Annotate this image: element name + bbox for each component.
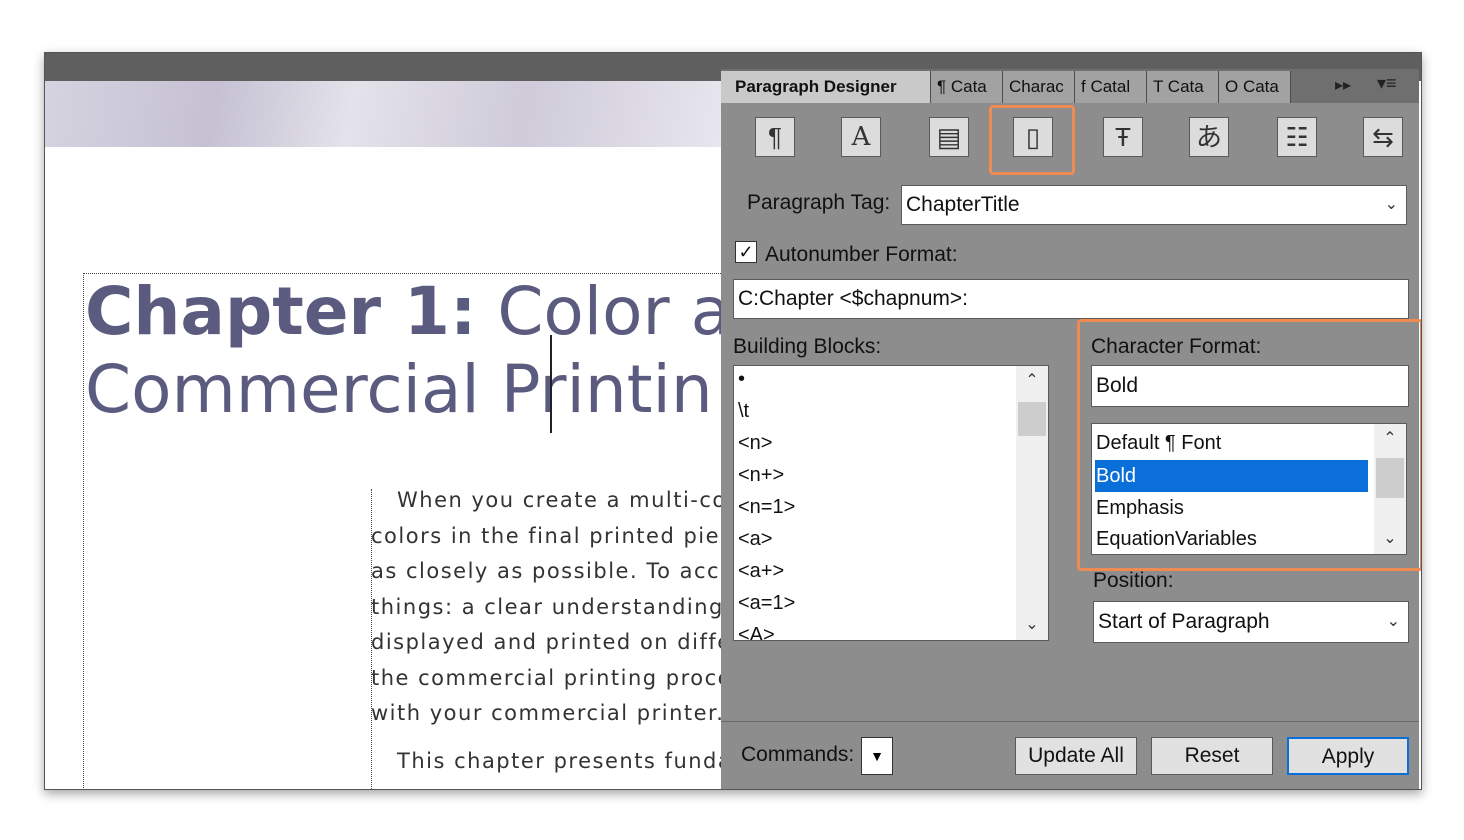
list-item[interactable]: <n+> xyxy=(738,464,784,487)
chevron-down-icon: ⌄ xyxy=(1384,196,1398,213)
list-item[interactable]: <a+> xyxy=(738,560,784,583)
list-item[interactable]: <a=1> xyxy=(738,592,795,615)
list-item[interactable]: <A> xyxy=(738,624,775,640)
paragraph-designer-panel: Paragraph Designer ¶ Cata Charac f Catal… xyxy=(721,69,1421,789)
building-blocks-list[interactable]: • \t <n> <n+> <n=1> <a> <a+> <a=1> <A> ⌃… xyxy=(733,365,1049,641)
chapter-title-number: Chapter 1: xyxy=(85,273,477,350)
autonumber-label: Autonumber Format: xyxy=(765,243,958,266)
list-item[interactable]: <a> xyxy=(738,528,772,551)
paragraph-tag-label: Paragraph Tag: xyxy=(747,191,891,214)
scroll-up-icon[interactable]: ⌃ xyxy=(1016,368,1048,394)
scroll-thumb[interactable] xyxy=(1018,402,1046,436)
panel-menu-icon[interactable]: ▾≡ xyxy=(1377,73,1397,94)
table-cell-icon[interactable]: ☷ xyxy=(1277,117,1317,157)
autonumber-checkbox[interactable]: ✓ xyxy=(735,241,757,263)
tab-object-catalog[interactable]: O Cata xyxy=(1219,71,1291,103)
body-line: the commercial printing proces xyxy=(371,665,731,690)
chapter-title-line1: Color a xyxy=(497,273,732,350)
scroll-down-icon[interactable]: ⌄ xyxy=(1016,612,1048,638)
body-text[interactable]: When you create a multi-colo colors in t… xyxy=(371,483,731,779)
update-all-button[interactable]: Update All xyxy=(1015,737,1137,775)
body-line: with your commercial printer. xyxy=(371,701,725,725)
paragraph-mark-icon[interactable]: ¶ xyxy=(755,117,795,157)
list-item[interactable]: <n> xyxy=(738,432,772,455)
panel-tab-bar: Paragraph Designer ¶ Cata Charac f Catal… xyxy=(721,69,1419,103)
body-line: This chapter presents fundar xyxy=(397,748,731,773)
tab-paragraph-designer[interactable]: Paragraph Designer xyxy=(721,71,931,103)
chevron-down-icon: ⌄ xyxy=(1386,613,1400,630)
tab-overflow-icon[interactable]: ▸▸ xyxy=(1335,75,1351,95)
list-item[interactable]: \t xyxy=(738,400,749,423)
building-blocks-label: Building Blocks: xyxy=(733,335,882,358)
position-label: Position: xyxy=(1093,569,1174,592)
building-blocks-scrollbar[interactable]: ⌃ ⌄ xyxy=(1016,366,1048,640)
numbering-highlight xyxy=(989,105,1075,175)
tab-table-catalog[interactable]: T Cata xyxy=(1147,71,1219,103)
list-item[interactable]: <n=1> xyxy=(738,496,795,519)
framemaker-window: Chapter 1: Color a Commercial Printin Wh… xyxy=(44,52,1422,790)
commands-dropdown[interactable]: ▼ xyxy=(861,737,893,775)
reset-button[interactable]: Reset xyxy=(1151,737,1273,775)
character-icon[interactable]: A xyxy=(841,117,881,157)
body-line: as closely as possible. To accon xyxy=(371,559,731,583)
body-line: displayed and printed on differ xyxy=(371,630,731,654)
paragraph-tag-value: ChapterTitle xyxy=(906,193,1020,216)
body-line: things: a clear understanding c xyxy=(371,594,731,619)
asian-icon[interactable]: あ xyxy=(1189,117,1229,157)
autonumber-format-input[interactable]: C:Chapter <$chapnum>: xyxy=(733,279,1409,319)
direction-icon[interactable]: ⇆ xyxy=(1363,117,1403,157)
tab-paragraph-catalog[interactable]: ¶ Cata xyxy=(931,71,1003,103)
position-value: Start of Paragraph xyxy=(1098,610,1270,633)
page-banner-graphic xyxy=(45,81,725,147)
pagination-icon[interactable]: ▤ xyxy=(929,117,969,157)
text-cursor xyxy=(550,335,552,433)
chapter-title[interactable]: Chapter 1: Color a Commercial Printin xyxy=(85,273,731,429)
paragraph-tag-select[interactable]: ChapterTitle ⌄ xyxy=(901,185,1407,225)
commands-label: Commands: xyxy=(741,743,855,766)
tab-character-catalog[interactable]: f Catal xyxy=(1075,71,1147,103)
apply-button[interactable]: Apply xyxy=(1287,737,1409,775)
character-format-highlight xyxy=(1077,319,1421,571)
divider xyxy=(721,721,1419,722)
position-select[interactable]: Start of Paragraph ⌄ xyxy=(1093,601,1409,643)
tab-character-designer[interactable]: Charac xyxy=(1003,71,1075,103)
chapter-title-line2: Commercial Printin xyxy=(85,351,713,428)
body-line: When you create a multi-colo xyxy=(397,488,731,512)
advanced-icon[interactable]: Ŧ xyxy=(1103,117,1143,157)
list-item[interactable]: • xyxy=(738,368,745,391)
body-line: colors in the final printed piece xyxy=(371,523,731,548)
